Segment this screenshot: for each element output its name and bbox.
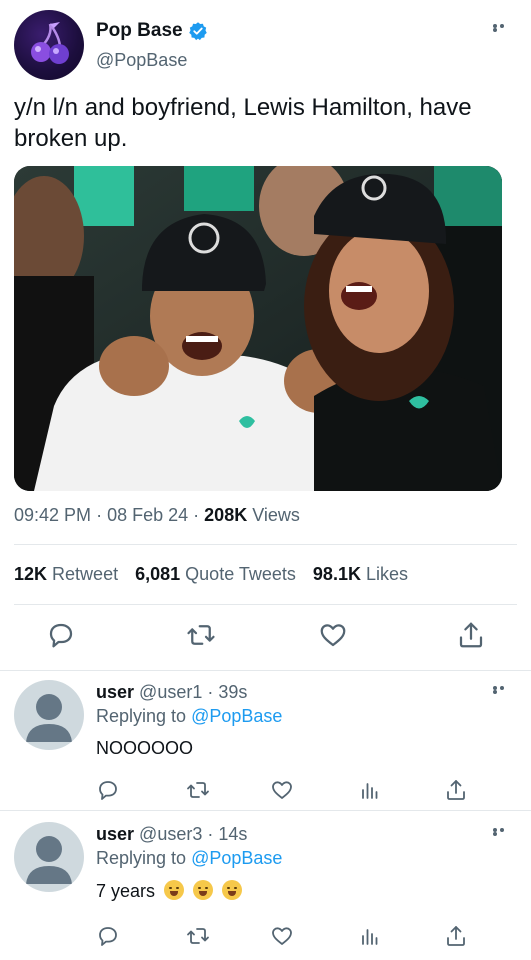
quotes-count: 6,081 [135,564,181,584]
reply-handle[interactable]: @user3 [139,824,202,844]
retweet-icon[interactable] [186,620,216,650]
reply-icon[interactable] [96,924,120,948]
replying-to: Replying to @PopBase [96,706,282,727]
avatar[interactable] [14,680,84,750]
reply-username[interactable]: user [96,682,134,702]
share-icon[interactable] [456,620,486,650]
likes-label: Likes [365,564,409,584]
user-handle[interactable]: @PopBase [96,50,187,71]
retweet-icon[interactable] [186,924,210,948]
reply-action-bar [96,924,516,954]
cherry-logo-icon [31,22,69,64]
tweet-text: y/n l/n and boyfriend, Lewis Hamilton, h… [14,94,472,152]
analytics-icon[interactable] [358,778,382,802]
separator: · [207,824,214,844]
default-avatar-icon [26,836,72,884]
reply-text: NOOOOOO [96,738,194,758]
profile-avatar[interactable] [14,10,84,80]
analytics-icon[interactable] [358,924,382,948]
more-icon[interactable] [493,24,513,34]
crying-emoji-icon [193,880,214,900]
reply-text-container: 7 years [96,880,243,902]
crying-emoji-icon [164,880,185,900]
replying-prefix: Replying to [96,848,187,868]
divider [0,810,531,811]
tweet-date[interactable]: 08 Feb 24 [107,505,188,525]
reply-action-bar [96,778,516,808]
divider [14,544,517,545]
share-icon[interactable] [444,778,468,802]
retweet-icon[interactable] [186,778,210,802]
share-icon[interactable] [444,924,468,948]
photo-image [14,166,502,491]
heart-icon[interactable] [270,778,294,802]
tweet-meta: 09:42 PM · 08 Feb 24 · 208K Views [14,505,300,526]
reply-header: user @user1 · 39s [96,682,247,703]
divider [14,604,517,605]
likes-stat[interactable]: 98.1K Likes [313,564,408,584]
reply-icon[interactable] [96,778,120,802]
reply-tweet[interactable]: user @user1 · 39s Replying to @PopBase N… [0,672,531,812]
replying-prefix: Replying to [96,706,187,726]
retweets-stat[interactable]: 12K Retweet [14,564,118,584]
reply-tweet[interactable]: user @user3 · 14s Replying to @PopBase 7… [0,814,531,954]
reply-time[interactable]: 39s [218,682,247,702]
divider [0,670,531,671]
default-avatar-icon [26,694,72,742]
quotes-stat[interactable]: 6,081 Quote Tweets [135,564,296,584]
reply-icon[interactable] [46,620,76,650]
heart-icon[interactable] [270,924,294,948]
crying-emoji-icon [222,880,243,900]
reply-text: 7 years [96,881,156,901]
tweet-time[interactable]: 09:42 PM [14,505,91,525]
replying-to-link[interactable]: @PopBase [191,848,282,868]
replying-to: Replying to @PopBase [96,848,282,869]
more-icon[interactable] [493,828,513,838]
views-count: 208K [204,505,248,525]
avatar[interactable] [14,822,84,892]
verified-badge-icon [188,22,207,41]
heart-icon[interactable] [318,620,348,650]
tweet-stats: 12K Retweet 6,081 Quote Tweets 98.1K Lik… [14,564,408,585]
reply-handle[interactable]: @user1 [139,682,202,702]
quotes-label: Quote Tweets [185,564,296,584]
separator: · [207,682,214,702]
reply-header: user @user3 · 14s [96,824,247,845]
more-icon[interactable] [493,686,513,696]
likes-count: 98.1K [312,564,361,584]
reply-time[interactable]: 14s [218,824,247,844]
tweet-action-bar [0,620,531,656]
reply-username[interactable]: user [96,824,134,844]
retweets-label: Retweet [52,564,119,584]
separator: · [96,505,103,525]
views-label: Views [252,505,300,525]
tweet-photo[interactable] [14,166,502,491]
tweet-header: Pop Base @PopBase [14,10,517,82]
replying-to-link[interactable]: @PopBase [191,706,282,726]
display-name[interactable]: Pop Base [96,20,183,42]
retweets-count: 12K [14,564,48,584]
separator: · [193,505,200,525]
